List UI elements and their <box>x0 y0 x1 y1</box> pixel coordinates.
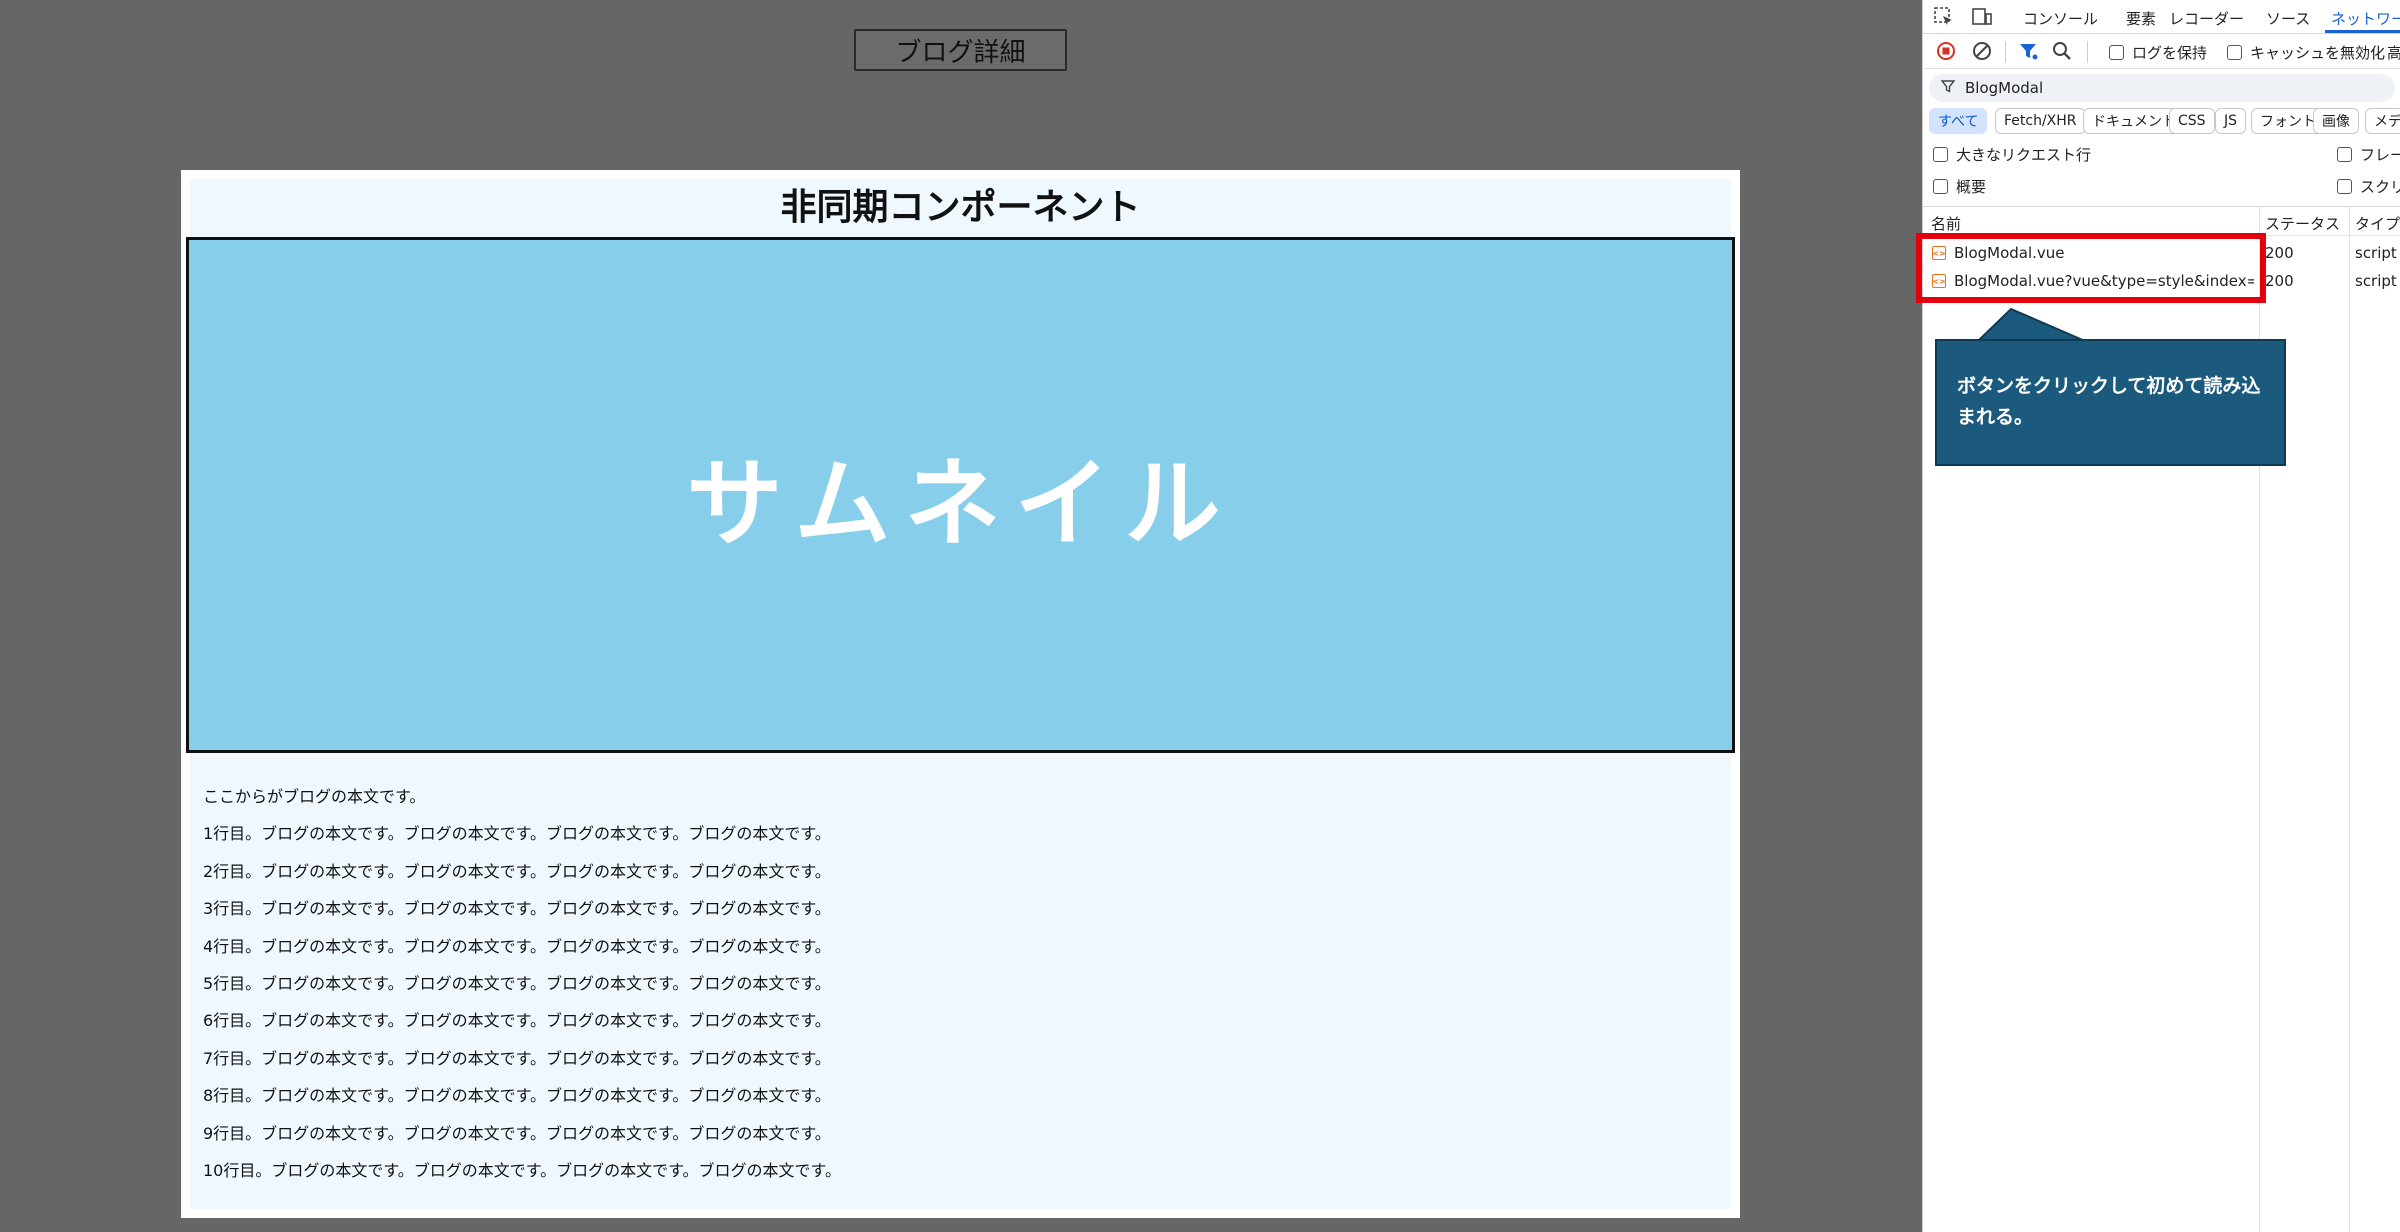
screenshots-label: スクリー <box>2360 178 2400 196</box>
body-line: 2行目。ブログの本文です。ブログの本文です。ブログの本文です。ブログの本文です。 <box>203 861 831 881</box>
request-status: 200 <box>2265 244 2294 262</box>
clear-icon[interactable] <box>1971 40 1993 67</box>
frames-checkbox[interactable]: フレーム <box>2337 144 2400 165</box>
request-status: 200 <box>2265 272 2294 290</box>
large-rows-label: 大きなリクエスト行 <box>1956 146 2092 164</box>
network-toolbar: ログを保持 キャッシュを無効化 高 <box>1923 35 2400 69</box>
body-line: ここからがブログの本文です。 <box>203 787 426 806</box>
preserve-log-checkbox[interactable]: ログを保持 <box>2109 42 2207 63</box>
callout-box: ボタンをクリックして初めて読み込まれる。 <box>1935 339 2286 466</box>
callout-text: ボタンをクリックして初めて読み込まれる。 <box>1957 375 2261 428</box>
type-filter-fetch[interactable]: Fetch/XHR <box>1995 108 2086 134</box>
callout-pointer <box>1975 307 2086 342</box>
active-tab-indicator <box>2325 30 2400 33</box>
large-rows-checkbox[interactable]: 大きなリクエスト行 <box>1933 144 2091 165</box>
body-line: 7行目。ブログの本文です。ブログの本文です。ブログの本文です。ブログの本文です。 <box>203 1048 831 1068</box>
body-line: 8行目。ブログの本文です。ブログの本文です。ブログの本文です。ブログの本文です。 <box>203 1086 831 1106</box>
body-line: 10行目。ブログの本文です。ブログの本文です。ブログの本文です。ブログの本文です… <box>203 1160 841 1180</box>
thumbnail-label: サムネイル <box>686 447 1235 560</box>
disable-cache-label: キャッシュを無効化 <box>2250 44 2386 62</box>
body-line: 9行目。ブログの本文です。ブログの本文です。ブログの本文です。ブログの本文です。 <box>203 1123 831 1143</box>
filter-icon[interactable] <box>2017 40 2039 67</box>
type-filter-css[interactable]: CSS <box>2169 108 2215 134</box>
filter-input[interactable]: BlogModal <box>1929 74 2395 102</box>
web-page: ブログ詳細 非同期コンポーネント サムネイル ここからがブログの本文です。 1行… <box>0 0 1922 1232</box>
tab-network[interactable]: ネットワーク <box>2331 8 2400 29</box>
tab-elements[interactable]: 要素 <box>2126 8 2156 29</box>
screenshots-checkbox[interactable]: スクリー <box>2337 176 2400 197</box>
devtools-tab-bar: コンソール 要素 レコーダー ソース ネットワーク <box>1923 0 2400 34</box>
body-line: 4行目。ブログの本文です。ブログの本文です。ブログの本文です。ブログの本文です。 <box>203 936 831 956</box>
body-line: 1行目。ブログの本文です。ブログの本文です。ブログの本文です。ブログの本文です。 <box>203 824 831 844</box>
request-type: script <box>2355 244 2397 262</box>
modal-title: 非同期コンポーネント <box>780 187 1141 228</box>
search-icon[interactable] <box>2051 40 2073 67</box>
request-table-header: 名前 ステータス タイプ <box>1923 206 2400 236</box>
blog-modal: 非同期コンポーネント サムネイル ここからがブログの本文です。 1行目。ブログの… <box>181 170 1740 1218</box>
preserve-log-label: ログを保持 <box>2132 44 2208 62</box>
toolbar-divider <box>2087 41 2088 63</box>
body-line: 5行目。ブログの本文です。ブログの本文です。ブログの本文です。ブログの本文です。 <box>203 973 831 993</box>
modal-content: 非同期コンポーネント サムネイル ここからがブログの本文です。 1行目。ブログの… <box>186 179 1735 1209</box>
tab-recorder[interactable]: レコーダー <box>2169 8 2244 29</box>
column-name[interactable]: 名前 <box>1931 213 1961 234</box>
column-type[interactable]: タイプ <box>2355 213 2400 234</box>
blog-detail-button[interactable]: ブログ詳細 <box>854 29 1067 71</box>
frames-label: フレーム <box>2360 146 2400 164</box>
type-filter-media[interactable]: メディ <box>2365 108 2400 134</box>
record-stop-icon[interactable] <box>1935 40 1957 67</box>
toolbar-divider <box>2005 41 2006 63</box>
devtools-panel: コンソール 要素 レコーダー ソース ネットワーク ログを保持 キャッシュを無効… <box>1922 0 2400 1232</box>
thumbnail: サムネイル <box>186 237 1735 753</box>
blog-body: ここからがブログの本文です。 1行目。ブログの本文です。ブログの本文です。ブログ… <box>203 787 841 1198</box>
filter-value: BlogModal <box>1965 79 2044 97</box>
disable-cache-checkbox[interactable]: キャッシュを無効化 <box>2227 42 2385 63</box>
funnel-icon <box>1940 79 1956 97</box>
body-line: 6行目。ブログの本文です。ブログの本文です。ブログの本文です。ブログの本文です。 <box>203 1011 831 1031</box>
highlight-box <box>1916 233 2266 303</box>
type-filter-bar: すべて Fetch/XHR ドキュメント CSS JS フォント 画像 メディ <box>1923 106 2400 136</box>
column-divider <box>2349 206 2350 1232</box>
type-filter-js[interactable]: JS <box>2215 108 2247 134</box>
tab-sources[interactable]: ソース <box>2266 8 2310 29</box>
throttle-select[interactable]: 高 <box>2387 42 2400 63</box>
body-line: 3行目。ブログの本文です。ブログの本文です。ブログの本文です。ブログの本文です。 <box>203 899 831 919</box>
type-filter-all[interactable]: すべて <box>1929 108 1988 134</box>
inspect-element-icon[interactable] <box>1933 6 1955 33</box>
device-toolbar-icon[interactable] <box>1971 6 1993 33</box>
overview-label: 概要 <box>1956 178 1987 196</box>
request-type: script <box>2355 272 2397 290</box>
tab-console[interactable]: コンソール <box>2023 8 2098 29</box>
overview-checkbox[interactable]: 概要 <box>1933 176 1986 197</box>
type-filter-image[interactable]: 画像 <box>2313 108 2359 134</box>
column-status[interactable]: ステータス <box>2265 213 2340 234</box>
